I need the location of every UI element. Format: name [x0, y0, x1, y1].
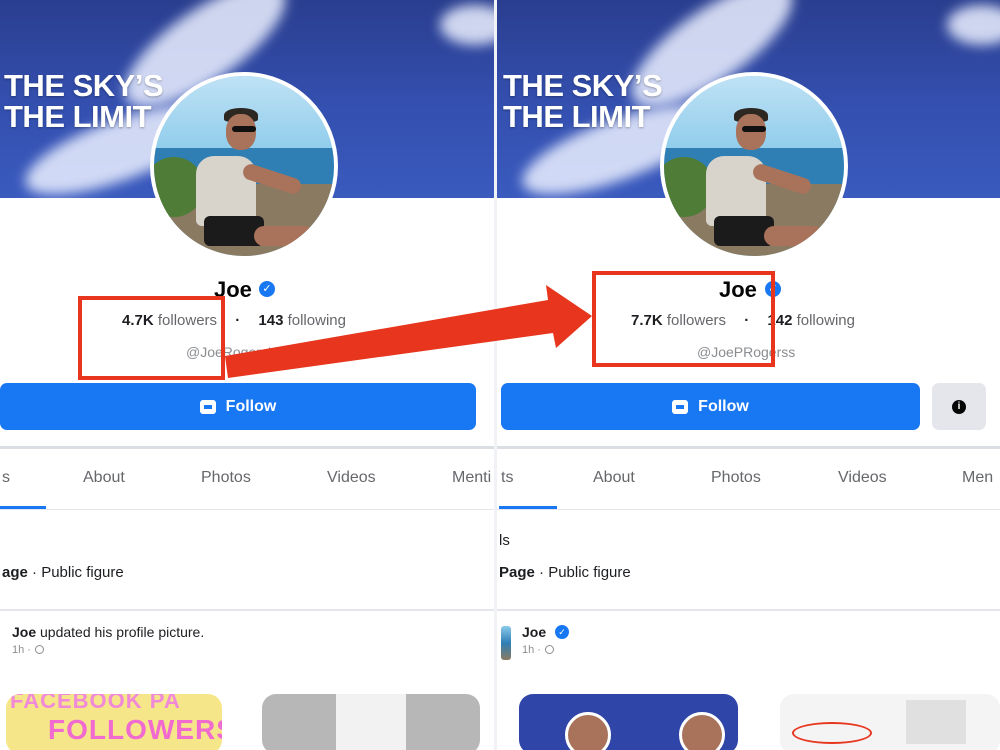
arrow-icon — [225, 285, 592, 378]
